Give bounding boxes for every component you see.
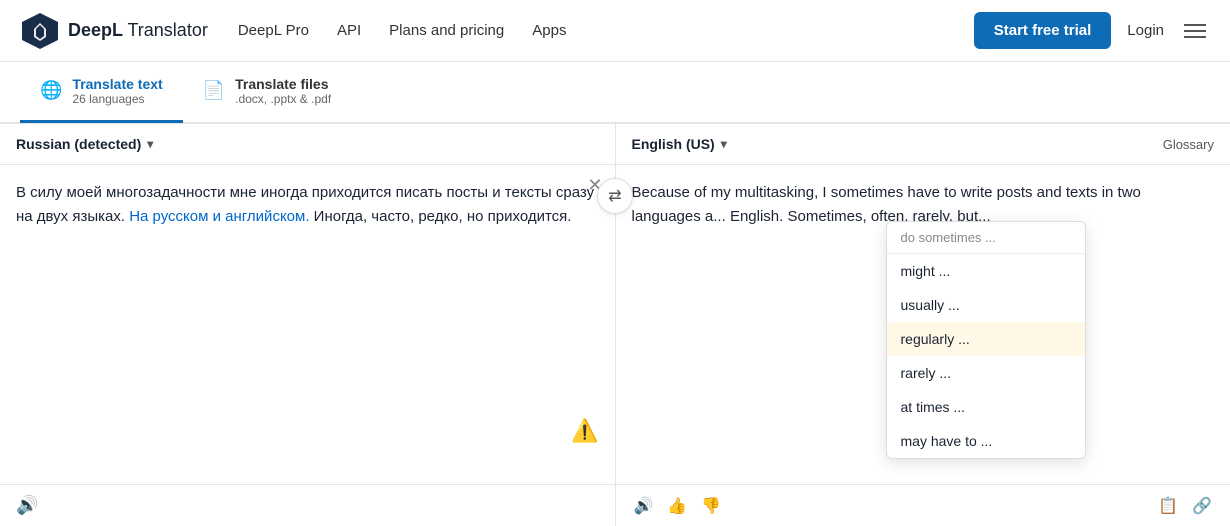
source-speaker-icon[interactable]: 🔊 <box>16 495 38 516</box>
source-panel: Russian (detected) ▾ В силу моей многоза… <box>0 124 616 526</box>
source-text: В силу моей многозадачности мне иногда п… <box>16 181 599 229</box>
nav-deepl-pro[interactable]: DeepL Pro <box>238 22 309 39</box>
error-icon: ⚠️ <box>571 418 598 444</box>
tab-translate-files-label: Translate files <box>235 76 331 92</box>
target-panel: English (US) ▾ Glossary Because of my mu… <box>616 124 1230 526</box>
logo-brand: DeepL Translator <box>68 20 208 41</box>
alt-label-may-have-to: may have to ... <box>901 433 993 449</box>
tab-translate-text-label: Translate text <box>72 76 162 92</box>
tab-translate-files[interactable]: 📄 Translate files .docx, .pptx & .pdf <box>183 61 351 123</box>
alt-label-regularly: regularly ... <box>901 331 970 347</box>
file-icon: 📄 <box>203 80 225 101</box>
alt-label-at-times: at times ... <box>901 399 966 415</box>
alternative-usually[interactable]: usually ... <box>887 288 1085 322</box>
hamburger-menu[interactable] <box>1180 20 1210 42</box>
target-panel-body: Because of my multitasking, I sometimes … <box>616 165 1230 484</box>
alternatives-popup: do sometimes ... might ... usually ... r… <box>886 221 1086 459</box>
share-icon[interactable]: 🔗 <box>1190 494 1214 518</box>
swap-languages-button[interactable]: ⇄ <box>597 178 633 214</box>
tab-translate-text-sub: 26 languages <box>72 92 162 106</box>
header-right: Start free trial Login <box>974 12 1210 49</box>
target-panel-footer: 🔊 👍 👎 📋 🔗 <box>616 484 1230 526</box>
target-text-ellipsis: ... <box>713 208 726 225</box>
alternative-rarely[interactable]: rarely ... <box>887 356 1085 390</box>
target-footer-right: 📋 🔗 <box>1156 494 1214 518</box>
globe-icon: 🌐 <box>40 80 62 101</box>
login-button[interactable]: Login <box>1127 22 1164 39</box>
deepl-logo-icon <box>20 11 60 51</box>
alt-label-usually: usually ... <box>901 297 960 313</box>
tabs-bar: 🌐 Translate text 26 languages 📄 Translat… <box>0 62 1230 124</box>
source-language-selector[interactable]: Russian (detected) ▾ <box>16 136 153 152</box>
start-trial-button[interactable]: Start free trial <box>974 12 1112 49</box>
alt-label-rarely: rarely ... <box>901 365 952 381</box>
alternative-might[interactable]: might ... <box>887 254 1085 288</box>
alternative-regularly[interactable]: regularly ... <box>887 322 1085 356</box>
thumbs-up-icon[interactable]: 👍 <box>665 494 689 518</box>
alt-label-might: might ... <box>901 263 951 279</box>
source-text-highlight: На русском и английском. <box>125 208 309 225</box>
source-text-rest: Иногда, часто, редко, но приходится. <box>310 208 572 225</box>
target-panel-header: English (US) ▾ Glossary <box>616 124 1230 165</box>
tab-translate-text[interactable]: 🌐 Translate text 26 languages <box>20 61 183 123</box>
target-language-label: English (US) <box>632 136 715 152</box>
alternative-at-times[interactable]: at times ... <box>887 390 1085 424</box>
tab-translate-files-sub: .docx, .pptx & .pdf <box>235 92 331 106</box>
target-text-2: English. <box>730 208 783 225</box>
thumbs-down-icon[interactable]: 👎 <box>699 494 723 518</box>
alternatives-header: do sometimes ... <box>887 222 1085 254</box>
nav-plans-pricing[interactable]: Plans and pricing <box>389 22 504 39</box>
swap-icon: ⇄ <box>608 186 621 206</box>
translator-area: Russian (detected) ▾ В силу моей многоза… <box>0 124 1230 526</box>
source-panel-footer: 🔊 <box>0 484 615 526</box>
source-panel-body[interactable]: В силу моей многозадачности мне иногда п… <box>0 165 615 484</box>
logo-area[interactable]: DeepL Translator <box>20 11 208 51</box>
target-speaker-icon[interactable]: 🔊 <box>632 494 656 518</box>
main-header: DeepL Translator DeepL Pro API Plans and… <box>0 0 1230 62</box>
alternative-may-have-to[interactable]: may have to ... <box>887 424 1085 458</box>
source-lang-chevron-icon: ▾ <box>147 137 153 151</box>
glossary-button[interactable]: Glossary <box>1163 137 1214 152</box>
copy-icon[interactable]: 📋 <box>1156 494 1180 518</box>
target-lang-chevron-icon: ▾ <box>721 137 727 151</box>
target-language-selector[interactable]: English (US) ▾ <box>632 136 727 152</box>
target-footer-left: 🔊 👍 👎 <box>632 494 724 518</box>
nav-api[interactable]: API <box>337 22 361 39</box>
source-language-label: Russian (detected) <box>16 136 141 152</box>
main-nav: DeepL Pro API Plans and pricing Apps <box>238 22 974 39</box>
source-panel-header: Russian (detected) ▾ <box>0 124 615 165</box>
nav-apps[interactable]: Apps <box>532 22 566 39</box>
